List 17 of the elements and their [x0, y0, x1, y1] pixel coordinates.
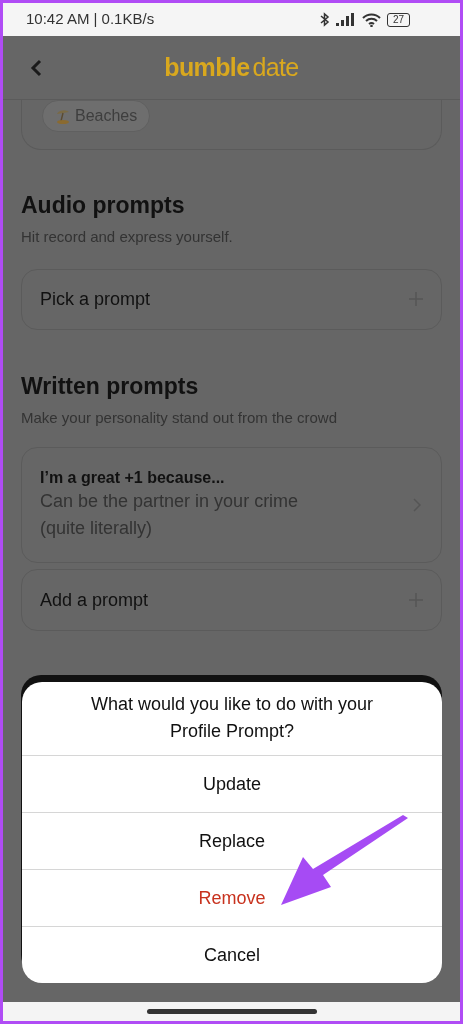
battery-indicator: 27: [386, 12, 410, 27]
section-title: Audio prompts: [21, 191, 186, 220]
bluetooth-icon: [319, 12, 330, 27]
app-logo: bumbledate: [164, 51, 299, 83]
action-button[interactable]: Cancel: [22, 926, 442, 983]
wifi-icon: [361, 12, 381, 27]
section-title: Written prompts: [21, 371, 200, 401]
back-icon[interactable]: [30, 58, 42, 77]
add-prompt-button[interactable]: Add a prompt: [21, 569, 442, 631]
prompt-question: I’m a great +1 because...: [40, 468, 226, 488]
action-button[interactable]: Update: [22, 755, 442, 812]
sheet-title: What would you like to do with your Profile Prompt?: [89, 693, 375, 743]
signal-icon: [335, 13, 356, 26]
beach-umbrella-icon: [55, 107, 71, 125]
home-handle[interactable]: [146, 1009, 317, 1014]
status-time: 10:42 AM | 0.1KB/s: [26, 9, 155, 30]
pick-prompt-button[interactable]: Pick a prompt: [21, 268, 442, 330]
